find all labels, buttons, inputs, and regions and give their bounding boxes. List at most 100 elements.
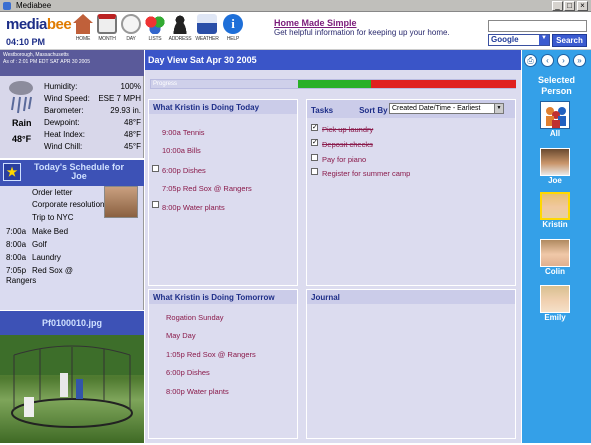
schedule-item[interactable]: 8:00a Laundry <box>6 253 61 262</box>
journal-panel[interactable]: Journal <box>306 289 516 439</box>
tomorrow-item[interactable]: Rogation Sunday <box>166 313 224 322</box>
nav-home-button[interactable]: HOME <box>70 14 96 42</box>
search-engine-select[interactable]: Google ▼ <box>488 34 550 46</box>
tomorrow-item[interactable]: 6:00p Dishes <box>166 368 210 377</box>
today-header: What Kristin is Doing Today <box>149 100 297 114</box>
ad-title-link[interactable]: Home Made Simple <box>274 18 474 28</box>
selected-person-label: Selected Person <box>537 75 576 96</box>
weather-row: Dewpoint: 48°F <box>44 118 141 127</box>
person-colin-button[interactable]: Colin <box>538 239 572 276</box>
calendar-month-icon <box>97 14 117 34</box>
window-title: Mediabee <box>16 1 52 10</box>
star-icon: ★ <box>3 163 21 181</box>
photo-image[interactable] <box>0 335 144 443</box>
weather-icon <box>197 14 217 34</box>
search-button[interactable]: Search <box>552 34 587 47</box>
main-header: Day View Sat Apr 30 2005 <box>145 50 521 70</box>
person-emily-button[interactable]: Emily <box>538 285 572 322</box>
progress-fill-remaining <box>371 80 516 88</box>
task-checkbox[interactable] <box>311 154 318 161</box>
clock-icon <box>121 14 141 34</box>
home-icon <box>73 14 93 34</box>
progress-bar: Progress <box>150 79 516 89</box>
chevron-down-icon: ▼ <box>539 35 549 45</box>
weather-row: Wind Chill: 45°F <box>44 142 141 151</box>
emily-avatar <box>540 285 570 313</box>
view-label: Day View <box>148 55 188 65</box>
today-item[interactable]: 10:00a Bills <box>162 146 201 155</box>
schedule-item[interactable]: Corporate resolution <box>32 200 104 209</box>
nav-month-button[interactable]: MONTH <box>94 14 120 42</box>
forward-arrow-icon[interactable]: › <box>557 54 570 67</box>
nav-weather-button[interactable]: WEATHER <box>194 14 220 42</box>
nav-day-button[interactable]: DAY <box>118 14 144 42</box>
maximize-button[interactable]: □ <box>564 1 575 11</box>
task-item[interactable]: Register for summer camp <box>322 169 410 178</box>
progress-fill-complete <box>298 80 371 88</box>
logo: mediabee <box>6 16 72 33</box>
schedule-item[interactable]: Rangers <box>6 276 36 285</box>
photo-filename: Pf0100010.jpg <box>0 311 144 335</box>
weather-row: Humidity: 100% <box>44 82 141 91</box>
today-item[interactable]: 8:00p Water plants <box>162 203 225 212</box>
schedule-item[interactable]: 7:00a Make Bed <box>6 227 68 236</box>
person-joe-button[interactable]: Joe <box>538 148 572 185</box>
tomorrow-item[interactable]: 8:00p Water plants <box>166 387 229 396</box>
weather-condition: Rain <box>12 118 32 128</box>
ad-description: Get helpful information for keeping up y… <box>274 28 450 37</box>
clock: 04:10 PM <box>6 37 46 47</box>
joe-thumbnail-image <box>104 186 138 218</box>
today-item-checkbox[interactable] <box>152 201 159 208</box>
group-icon <box>540 101 570 129</box>
app-icon <box>3 2 11 10</box>
today-item[interactable]: 9:00a Tennis <box>162 128 205 137</box>
ad-banner[interactable]: Home Made Simple Get helpful information… <box>274 18 474 37</box>
search-input[interactable] <box>488 20 587 32</box>
today-item[interactable]: 7:05p Red Sox @ Rangers <box>162 184 252 193</box>
weather-temperature: 48°F <box>12 134 32 144</box>
address-person-icon <box>170 14 190 34</box>
minimize-button[interactable]: _ <box>552 1 563 11</box>
task-checkbox[interactable] <box>311 138 318 146</box>
journal-header: Journal <box>307 290 515 304</box>
back-arrow-icon[interactable]: ‹ <box>541 54 554 67</box>
task-checkbox[interactable] <box>311 123 318 131</box>
schedule-item[interactable]: 8:00a Golf <box>6 240 47 249</box>
tomorrow-panel: What Kristin is Doing Tomorrow <box>148 289 298 439</box>
weather-row: Barometer: 29.93 in. <box>44 106 141 115</box>
sort-label: Sort By <box>359 106 388 115</box>
schedule-item[interactable]: Order letter <box>32 188 72 197</box>
task-item[interactable]: Pay for piano <box>322 155 366 164</box>
person-all-button[interactable]: All <box>538 101 572 138</box>
task-checkbox[interactable] <box>311 168 318 175</box>
nav-help-button[interactable]: i HELP <box>220 14 246 42</box>
schedule-item[interactable]: 7:05p Red Sox @ <box>6 266 73 275</box>
next-arrow-icon[interactable]: » <box>573 54 586 67</box>
today-item[interactable]: 6:00p Dishes <box>162 166 206 175</box>
today-item-checkbox[interactable] <box>152 165 159 172</box>
print-icon[interactable]: ⎙ <box>524 54 537 67</box>
nav-address-button[interactable]: ADDRESS <box>167 14 193 42</box>
person-kristin-button[interactable]: Kristin <box>538 192 572 229</box>
tomorrow-header: What Kristin is Doing Tomorrow <box>149 290 297 304</box>
close-button[interactable]: × <box>577 1 588 11</box>
task-item[interactable]: Pick up laundry <box>322 125 373 134</box>
chevron-down-icon: ▼ <box>494 104 503 113</box>
schedule-item[interactable]: Trip to NYC <box>32 213 74 222</box>
nav-lists-button[interactable]: LISTS <box>142 14 168 42</box>
tomorrow-item[interactable]: May Day <box>166 331 196 340</box>
task-item[interactable]: Deposit checks <box>322 140 373 149</box>
sort-select[interactable]: Created Date/Time - Earliest ▼ <box>389 103 504 114</box>
tomorrow-item[interactable]: 1:05p Red Sox @ Rangers <box>166 350 256 359</box>
lists-icon <box>145 14 165 34</box>
rain-cloud-icon <box>9 81 33 114</box>
help-icon: i <box>223 14 243 34</box>
colin-avatar <box>540 239 570 267</box>
kristin-avatar <box>540 192 570 220</box>
view-date: Sat Apr 30 2005 <box>189 55 257 65</box>
weather-row: Heat Index: 48°F <box>44 130 141 139</box>
weather-row: Wind Speed: ESE 7 MPH <box>44 94 141 103</box>
tasks-header: Tasks <box>311 106 334 115</box>
weather-location: Westborough, Massachusetts As of : 2:01 … <box>0 50 144 76</box>
title-bar: Mediabee _ □ × <box>0 0 591 12</box>
